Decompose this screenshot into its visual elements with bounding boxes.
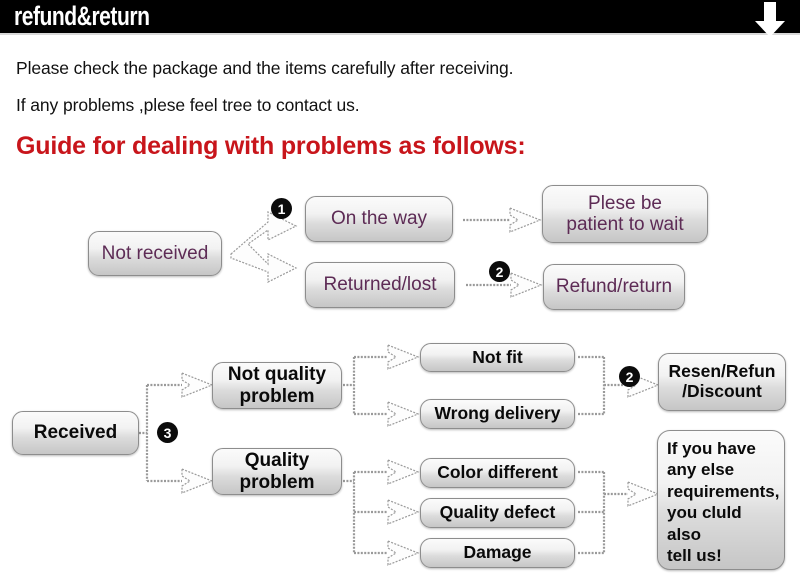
badge-3: 3 [157,422,178,443]
box-not-fit[interactable]: Not fit [420,343,575,372]
badge-2-resend: 2 [619,366,640,387]
box-wrong-delivery[interactable]: Wrong delivery [420,399,575,429]
box-returned-lost[interactable]: Returned/lost [305,262,455,308]
box-other-requirements-line4: you cluld also [667,503,742,544]
intro-line-1: Please check the package and the items c… [16,58,514,78]
box-other-requirements-line2: any else [667,460,735,480]
box-plese-be-patient[interactable]: Plese be patient to wait [542,185,708,243]
box-not-quality-problem[interactable]: Not quality problem [212,362,342,409]
guide-heading: Guide for dealing with problems as follo… [16,132,526,160]
box-received[interactable]: Received [12,411,139,455]
box-plese-be-patient-line1: Plese be [588,192,662,214]
box-plese-be-patient-line2: patient to wait [566,214,684,235]
box-refund-return[interactable]: Refund/return [543,264,685,310]
box-resend-refund-discount[interactable]: Resen/Refun /Discount [658,353,786,411]
intro-line-2: If any problems ,plese feel tree to cont… [16,95,360,115]
header-divider [0,33,800,35]
box-on-the-way[interactable]: On the way [305,196,453,242]
box-not-quality-problem-line2: problem [239,385,315,407]
box-damage[interactable]: Damage [420,538,575,568]
arrow-down-icon [755,2,785,37]
box-color-different[interactable]: Color different [420,458,575,488]
badge-2-refund: 2 [489,261,510,282]
box-quality-defect[interactable]: Quality defect [420,498,575,528]
box-quality-problem[interactable]: Quality problem [212,448,342,495]
box-other-requirements[interactable]: If you have any else requirements, you c… [657,430,785,570]
box-other-requirements-line1: If you have [667,439,756,458]
box-quality-problem-line2: problem [239,471,315,493]
box-resend-refund-discount-line1: Resen/Refun [668,361,776,382]
page-title: refund&return [14,1,150,31]
box-other-requirements-line3: requirements, [667,481,780,501]
badge-1: 1 [271,198,292,219]
box-other-requirements-line5: tell us! [667,546,722,566]
box-resend-refund-discount-line2: /Discount [682,381,762,401]
box-not-received[interactable]: Not received [88,231,222,276]
box-not-quality-problem-line1: Not quality [227,364,327,386]
box-quality-problem-line1: Quality [244,450,310,472]
